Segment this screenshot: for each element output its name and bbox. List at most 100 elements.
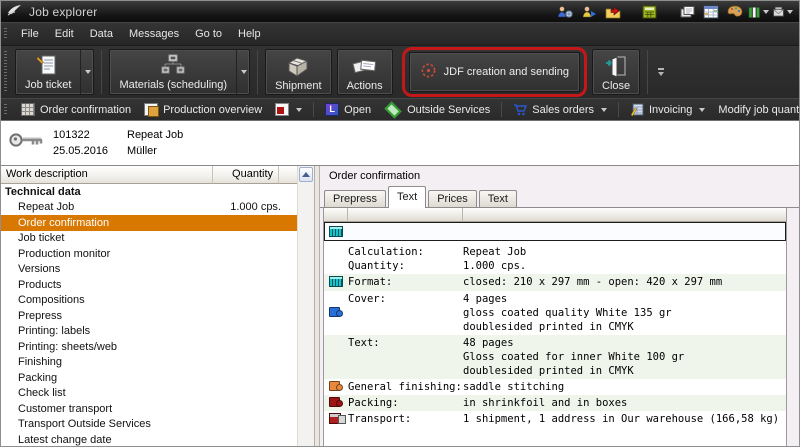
palette-icon[interactable] [724, 3, 745, 21]
actions-button[interactable]: Actions [337, 49, 393, 95]
item-label: Products [1, 279, 207, 291]
materials-label: Materials (scheduling) [119, 79, 227, 91]
confirmation-band: Calculation:Repeat JobQuantity:1.000 cps… [324, 244, 786, 274]
pdf-icon [275, 103, 289, 116]
detail-label [348, 364, 463, 378]
toolbar-overflow-button[interactable] [658, 68, 664, 76]
work-description-column-header[interactable]: Work description [1, 166, 213, 184]
jdf-creation-button[interactable]: JDF creation and sending [409, 52, 580, 92]
chevron-down-icon [296, 108, 302, 112]
list-item[interactable]: Check list [1, 386, 297, 402]
cards-icon[interactable] [676, 3, 697, 21]
secondary-toolbar: Order confirmation Production overview O… [1, 98, 799, 120]
list-item[interactable]: Prepress [1, 308, 297, 324]
pdf-export-button[interactable] [269, 101, 308, 118]
menu-go-to[interactable]: Go to [187, 24, 230, 44]
menu-edit[interactable]: Edit [47, 24, 82, 44]
selected-row[interactable] [324, 222, 786, 241]
production-overview-button[interactable]: Production overview [138, 101, 268, 118]
contact-export-icon[interactable] [578, 3, 599, 21]
list-item[interactable]: Products [1, 277, 297, 293]
list-item[interactable]: Printing: labels [1, 324, 297, 340]
list-item[interactable]: Packing [1, 370, 297, 386]
detail-line: gloss coated quality White 135 gr [348, 306, 786, 320]
menu-bar: FileEditDataMessagesGo toHelp [1, 22, 799, 45]
tab-text[interactable]: Text [479, 190, 517, 208]
list-item[interactable]: Technical data [1, 184, 297, 200]
item-label: Job ticket [1, 232, 207, 244]
list-item[interactable]: Printing: sheets/web [1, 339, 297, 355]
chevron-down-icon [241, 70, 247, 74]
tab-prepress[interactable]: Prepress [324, 190, 386, 208]
detail-label [348, 306, 463, 320]
band-icon-cell [324, 380, 348, 394]
invoicing-button[interactable]: Invoicing [624, 101, 711, 118]
confirmation-band: Packing:in shrinkfoil and in boxes [324, 395, 786, 411]
actions-icon [352, 55, 378, 80]
toolbar-separator [618, 102, 619, 117]
list-item[interactable]: Order confirmation [1, 215, 297, 231]
chevron-down-icon [763, 10, 769, 14]
list-item[interactable]: Compositions [1, 293, 297, 309]
materials-dropdown[interactable] [236, 50, 249, 94]
job-ticket-button[interactable]: Job ticket [15, 49, 94, 95]
toolbar-gripper[interactable] [4, 28, 7, 40]
list-item[interactable]: Repeat Job1.000 cps. [1, 200, 297, 216]
materials-icon [160, 54, 186, 79]
menu-help[interactable]: Help [230, 24, 269, 44]
send-icon[interactable] [772, 3, 793, 21]
detail-line: Format:closed: 210 x 297 mm - open: 420 … [348, 275, 786, 289]
folder-exit-icon[interactable] [602, 3, 623, 21]
menu-data[interactable]: Data [82, 24, 121, 44]
calculator-green-icon[interactable] [639, 3, 660, 21]
item-label: Latest change date [1, 434, 207, 446]
label-column-header [348, 208, 463, 222]
item-label: Order confirmation [1, 217, 207, 229]
list-item[interactable]: Versions [1, 262, 297, 278]
detail-line: Transport:1 shipment, 1 address in Our w… [348, 412, 786, 426]
modify-job-quantity-button[interactable]: Modify job quantity [712, 102, 800, 118]
menu-messages[interactable]: Messages [121, 24, 187, 44]
materials-button[interactable]: Materials (scheduling) [109, 49, 250, 95]
vertical-scrollbar[interactable] [297, 166, 314, 446]
tab-prices[interactable]: Prices [428, 190, 477, 208]
close-label: Close [602, 80, 630, 92]
sales-orders-label: Sales orders [532, 104, 594, 116]
confirmation-band: Format:closed: 210 x 297 mm - open: 420 … [324, 274, 786, 291]
job-info-bar: 101322 25.05.2016 Repeat Job Müller [1, 120, 799, 165]
list-item[interactable]: Customer transport [1, 401, 297, 417]
quantity-column-header[interactable]: Quantity [213, 166, 279, 184]
list-item[interactable]: Production monitor [1, 246, 297, 262]
confirmation-band: Text:48 pagesGloss coated for inner Whit… [324, 335, 786, 379]
open-button[interactable]: Open [319, 101, 377, 118]
toolbar-gripper[interactable] [4, 51, 7, 93]
list-item[interactable]: Transport Outside Services [1, 417, 297, 433]
item-label: Packing [1, 372, 207, 384]
toolbar-gripper[interactable] [4, 104, 7, 115]
contacts-icon[interactable] [554, 3, 575, 21]
order-confirmation-button[interactable]: Order confirmation [15, 101, 137, 118]
jdf-target-icon [420, 62, 437, 82]
detail-value: closed: 210 x 297 mm - open: 420 x 297 m… [463, 275, 722, 289]
job-info-col2: Repeat Job Müller [127, 129, 183, 165]
job-name: Repeat Job [127, 129, 183, 142]
close-button[interactable]: Close [592, 49, 640, 95]
spreadsheet-icon[interactable] [700, 3, 721, 21]
books-icon[interactable] [748, 3, 769, 21]
app-window: Job explorer FileEditDataMessagesGo toHe… [0, 0, 800, 447]
job-ticket-label: Job ticket [25, 79, 71, 91]
scroll-up-button[interactable] [299, 167, 313, 182]
item-label: Technical data [1, 186, 207, 198]
outside-services-button[interactable]: Outside Services [378, 102, 496, 118]
detail-line: Text:48 pages [348, 336, 786, 350]
list-item[interactable]: Finishing [1, 355, 297, 371]
menu-file[interactable]: File [13, 24, 47, 44]
shipment-button[interactable]: Shipment [265, 49, 331, 95]
app-logo-icon [7, 3, 22, 21]
item-label: Compositions [1, 294, 207, 306]
list-item[interactable]: Latest change date [1, 432, 297, 446]
sales-orders-button[interactable]: Sales orders [507, 101, 613, 118]
list-item[interactable]: Job ticket [1, 231, 297, 247]
tab-text[interactable]: Text [388, 186, 426, 208]
job-ticket-dropdown[interactable] [80, 50, 93, 94]
